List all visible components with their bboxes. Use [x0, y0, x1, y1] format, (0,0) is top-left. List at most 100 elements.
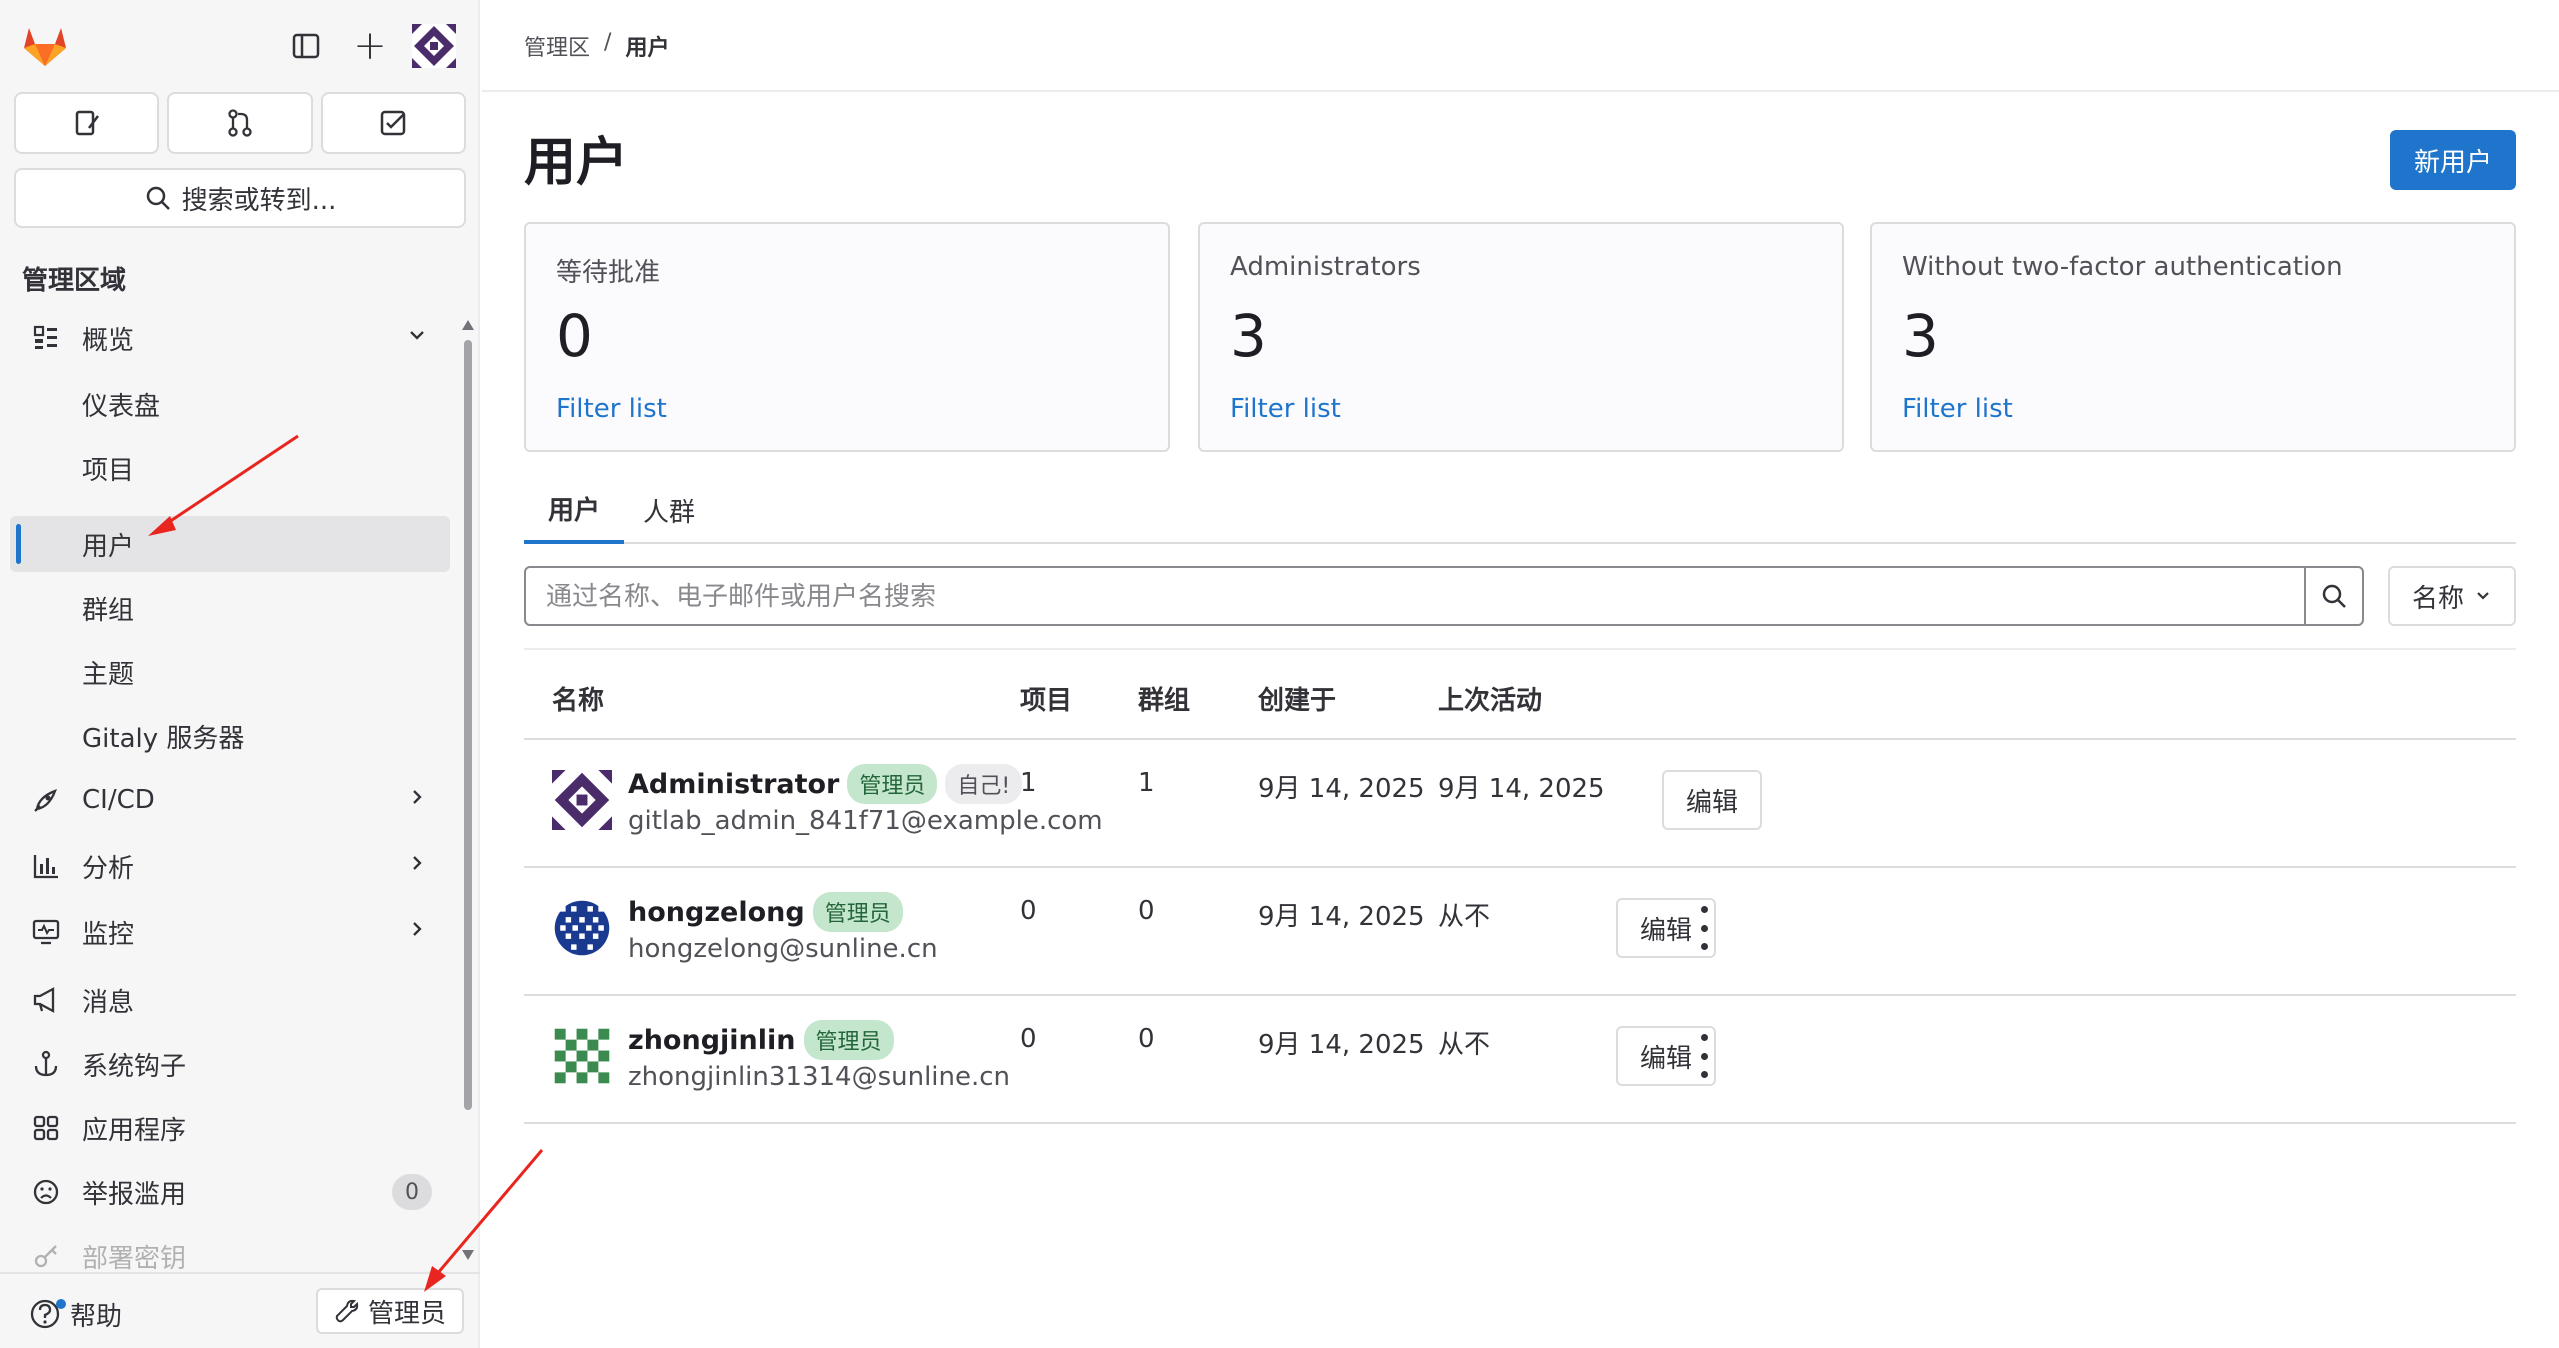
sidebar-item-deploy-keys[interactable]: 部署密钥	[10, 1228, 450, 1270]
admin-badge: 管理员	[803, 1020, 894, 1060]
search-icon	[2322, 584, 2346, 608]
tab-users[interactable]: 用户	[524, 476, 624, 544]
sidebar-item-topics[interactable]: 主题	[10, 644, 450, 700]
user-avatar[interactable]	[552, 770, 612, 830]
chevron-down-icon	[406, 324, 428, 352]
abuse-icon	[28, 1174, 64, 1210]
filter-list-link[interactable]: Filter list	[1902, 394, 2013, 424]
user-name-link[interactable]: Administrator	[628, 769, 839, 800]
admin-button[interactable]: 管理员	[316, 1288, 464, 1334]
user-name-link[interactable]: hongzelong	[628, 897, 805, 928]
scrollbar-thumb[interactable]	[464, 340, 472, 1110]
chart-icon	[28, 848, 64, 884]
sidebar-item-analytics[interactable]: 分析	[10, 838, 450, 894]
table-row: hongzelong 管理员 hongzelong@sunline.cn 0 0…	[524, 868, 2516, 996]
user-name-link[interactable]: zhongjinlin	[628, 1025, 796, 1056]
sidebar-item-monitoring[interactable]: 监控	[10, 904, 450, 960]
user-avatar[interactable]	[410, 22, 458, 70]
sidebar-item-overview[interactable]: 概览	[10, 310, 450, 366]
tabs: 用户 人群	[524, 476, 2516, 544]
breadcrumb-bar: 管理区 / 用户	[482, 0, 2559, 92]
table-row: Administrator 管理员 自己! gitlab_admin_841f7…	[524, 740, 2516, 868]
column-header-last-activity[interactable]: 上次活动	[1438, 680, 1542, 717]
sidebar-item-cicd[interactable]: CI/CD	[10, 772, 450, 828]
sidebar-scrollbar[interactable]	[462, 320, 474, 1260]
sidebar-item-users[interactable]: 用户	[10, 516, 450, 572]
breadcrumb-root[interactable]: 管理区	[524, 30, 590, 62]
sort-dropdown[interactable]: 名称	[2388, 566, 2516, 626]
last-activity: 从不	[1438, 902, 1491, 932]
anchor-icon	[28, 1046, 64, 1082]
search-or-go-button[interactable]: 搜索或转到...	[14, 168, 466, 228]
created-date: 9月 14, 2025	[1258, 902, 1425, 932]
admin-badge: 管理员	[812, 892, 903, 932]
sidebar-item-abuse-label: 举报滥用	[82, 1179, 187, 1210]
column-header-name[interactable]: 名称	[552, 680, 604, 717]
sidebar-item-analytics-label: 分析	[82, 853, 135, 884]
edit-user-button[interactable]: 编辑	[1662, 770, 1762, 830]
stat-label: Administrators	[1230, 252, 1421, 282]
column-header-projects[interactable]: 项目	[1020, 680, 1072, 717]
user-avatar[interactable]	[552, 898, 612, 958]
app-window: + 搜索或转到... 管理区域 概览 仪表盘 项目 用户 群组 主题 Gital…	[0, 0, 2559, 1348]
rocket-icon	[28, 782, 64, 818]
sidebar-item-deploy-keys-label: 部署密钥	[82, 1243, 187, 1271]
user-name-line: hongzelong 管理员	[628, 892, 903, 932]
scroll-down-arrow-icon[interactable]	[462, 1250, 474, 1260]
issues-icon	[75, 110, 99, 136]
column-header-groups[interactable]: 群组	[1138, 680, 1190, 717]
key-icon	[28, 1238, 64, 1270]
sidebar-item-projects[interactable]: 项目	[10, 440, 450, 496]
help-label: 帮助	[70, 1301, 123, 1332]
sidebar-item-messages[interactable]: 消息	[10, 972, 450, 1028]
page-title: 用户	[524, 133, 629, 193]
filter-list-link[interactable]: Filter list	[556, 394, 667, 424]
gitlab-logo-icon[interactable]	[20, 20, 70, 70]
sidebar-item-dashboard[interactable]: 仪表盘	[10, 376, 450, 432]
create-new-icon[interactable]: +	[348, 24, 392, 68]
megaphone-icon	[28, 982, 64, 1018]
breadcrumb: 管理区 / 用户	[524, 30, 669, 62]
help-button[interactable]: 帮助	[28, 1292, 122, 1336]
projects-count: 0	[1020, 1024, 1037, 1054]
sidebar-item-applications-label: 应用程序	[82, 1115, 187, 1146]
chevron-down-icon	[2477, 592, 2489, 600]
groups-count: 1	[1138, 768, 1155, 798]
todos-button[interactable]	[320, 92, 466, 154]
projects-count: 1	[1020, 768, 1037, 798]
new-user-button[interactable]: 新用户	[2390, 130, 2516, 190]
sidebar-item-cicd-label: CI/CD	[82, 785, 155, 815]
scroll-up-arrow-icon[interactable]	[462, 320, 474, 330]
sidebar-item-groups[interactable]: 群组	[10, 580, 450, 636]
stat-card-without-2fa: Without two-factor authentication 3 Filt…	[1870, 222, 2516, 452]
user-search-input[interactable]	[524, 566, 2306, 626]
apps-icon	[28, 1110, 64, 1146]
last-activity: 从不	[1438, 1030, 1491, 1060]
tab-cohorts[interactable]: 人群	[624, 476, 714, 544]
sidebar-item-system-hooks[interactable]: 系统钩子	[10, 1036, 450, 1092]
created-date: 9月 14, 2025	[1258, 774, 1425, 804]
sidebar-item-groups-label: 群组	[82, 595, 135, 626]
sidebar-toggle-icon[interactable]	[284, 24, 328, 68]
search-button-label: 搜索或转到...	[181, 185, 337, 216]
user-avatar[interactable]	[552, 1026, 612, 1086]
more-actions-kebab-icon[interactable]	[1694, 906, 1714, 950]
filter-list-link[interactable]: Filter list	[1230, 394, 1341, 424]
merge-requests-button[interactable]	[167, 92, 313, 154]
sidebar-item-topics-label: 主题	[82, 659, 135, 690]
sidebar-item-gitaly-servers[interactable]: Gitaly 服务器	[10, 708, 450, 764]
search-submit-button[interactable]	[2304, 566, 2364, 626]
issues-button[interactable]	[14, 92, 160, 154]
table-row: zhongjinlin 管理员 zhongjinlin31314@sunline…	[524, 996, 2516, 1124]
sidebar-item-overview-label: 概览	[82, 325, 135, 356]
user-name-line: zhongjinlin 管理员	[628, 1020, 894, 1060]
chevron-right-icon	[406, 852, 428, 880]
more-actions-kebab-icon[interactable]	[1694, 1034, 1714, 1078]
column-header-created[interactable]: 创建于	[1258, 680, 1336, 717]
sidebar-item-abuse-reports[interactable]: 举报滥用 0	[10, 1164, 450, 1220]
merge-request-icon	[228, 109, 252, 137]
sidebar-item-gitaly-label: Gitaly 服务器	[82, 723, 245, 754]
breadcrumb-current[interactable]: 用户	[625, 30, 669, 62]
sidebar-item-applications[interactable]: 应用程序	[10, 1100, 450, 1156]
todo-icon	[381, 110, 406, 136]
